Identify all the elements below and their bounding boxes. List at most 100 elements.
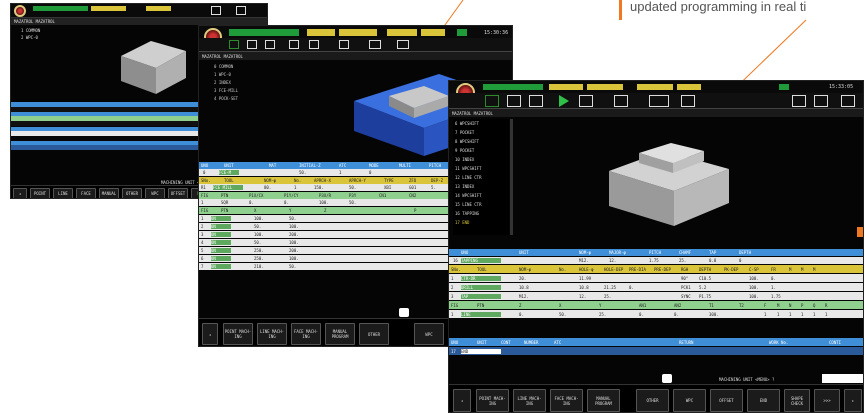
yellow-status-bar — [677, 84, 701, 90]
play-icon[interactable] — [559, 95, 569, 107]
settings-icon[interactable] — [236, 6, 246, 15]
cell: 100. — [749, 285, 759, 290]
header-cell: UNO — [451, 340, 459, 345]
save-icon[interactable] — [579, 95, 593, 107]
program-list-item[interactable]: 4 POCK-SET — [214, 96, 238, 101]
softkey-more[interactable]: >>> — [814, 389, 840, 412]
program-list-item[interactable]: 6 WPCSHIFT — [455, 121, 479, 126]
softkey-face-machining[interactable]: FACE MACH-ING — [550, 389, 583, 412]
program-list-item[interactable]: 1 COMMON — [21, 28, 40, 33]
cell: LINE — [461, 312, 501, 317]
softkey-face[interactable]: FACE — [76, 188, 96, 198]
program-list-item[interactable]: 2 INDEX — [214, 80, 231, 85]
softkey-other[interactable]: OTHER — [636, 389, 669, 412]
back-icon[interactable] — [485, 95, 499, 107]
header-cell: UNIT — [224, 163, 234, 168]
tool-table-row[interactable]: 3 TAP M12. 12. 25. SYNC P1.75 100. 1.75 — [449, 292, 863, 300]
header-cell: Z — [324, 208, 327, 213]
help-icon[interactable] — [649, 95, 669, 107]
softkey-shape-check[interactable]: SHAPE CHECK — [784, 389, 810, 412]
input-box[interactable] — [822, 374, 863, 383]
program-list-item[interactable]: 1 WPC-0 — [214, 72, 231, 77]
softkey-face-machining[interactable]: FACE MACH-ING — [291, 323, 321, 345]
tool-icon[interactable] — [339, 40, 349, 49]
figure-table-row[interactable]: 1 LINE 0. 50. 25. 0. 0. 300. 1 1 1 1 1 1 — [449, 310, 863, 318]
program-list-item[interactable]: 11 WPCSHIFT — [455, 166, 482, 171]
list-scrollbar[interactable] — [510, 119, 513, 235]
softkey-line-machining[interactable]: LINE MACH-ING — [513, 389, 546, 412]
mode-icon[interactable] — [662, 374, 672, 383]
softkey-point-machining[interactable]: POINT MACH-ING — [476, 389, 509, 412]
cell: 250. — [254, 256, 264, 261]
softkey-manual-program[interactable]: MANUAL PROGRAM — [587, 389, 620, 412]
tool-table-row[interactable]: 1 CTR-DR 20. 11.99 90° C10.5 100. 0. — [449, 274, 863, 282]
header-cell: APRCH-X — [314, 178, 331, 183]
header-cell: CN2 — [409, 193, 417, 198]
program-list-item[interactable]: 9 POCKET — [455, 148, 474, 153]
program-list-item[interactable]: 3 FCE-MILL — [214, 88, 238, 93]
softkey-wpc[interactable]: WPC — [414, 323, 444, 345]
fast-icon[interactable] — [529, 95, 543, 107]
unit-table-row[interactable]: 16 TAPPING M12. 12. 1.75 25. 0.8 0 — [449, 257, 863, 264]
window-icon[interactable] — [681, 95, 695, 107]
program-list-item[interactable]: 0 COMMON — [214, 64, 233, 69]
home-icon[interactable] — [247, 40, 257, 49]
layout-icon[interactable] — [814, 95, 828, 107]
softkey-wpc[interactable]: WPC — [145, 188, 165, 198]
play-icon[interactable] — [289, 40, 299, 49]
program-list-item[interactable]: 8 WPCSHIFT — [455, 139, 479, 144]
softkey-point-machining[interactable]: POINT MACH-ING — [223, 323, 253, 345]
unit-table-header: UNO UNIT NOM-φ MAJOR-φ PITCH CHAMF TAP D… — [449, 249, 863, 256]
program-list-item[interactable]: 12 LINE CTR — [455, 175, 482, 180]
cell: 2 — [201, 224, 204, 229]
help-icon[interactable] — [369, 40, 381, 49]
softkey-point[interactable]: POINT — [30, 188, 50, 198]
end-table-row[interactable]: 17 END — [449, 347, 863, 355]
softkey-manual[interactable]: MANUAL — [99, 188, 119, 198]
program-list-item[interactable]: 10 INDEX — [455, 157, 474, 162]
program-list-item[interactable]: 13 INDEX — [455, 184, 474, 189]
tool-icon[interactable] — [614, 95, 628, 107]
header-cell: AN2 — [674, 303, 682, 308]
program-list-item[interactable]: 7 POCKET — [455, 130, 474, 135]
softkey-wpc[interactable]: WPC — [673, 389, 706, 412]
back-icon[interactable] — [229, 40, 239, 49]
program-list-item[interactable]: 16 TAPPING — [455, 211, 479, 216]
header-cell: Y — [599, 303, 602, 308]
program-list-item[interactable]: 17 END — [455, 220, 469, 225]
cell: 20. — [519, 276, 527, 281]
softkey-prev[interactable]: ◂ — [453, 389, 471, 412]
softkey-offset[interactable]: OFFSET — [168, 188, 188, 198]
cell: 1 — [777, 312, 780, 317]
softkey-prev[interactable]: ◂ — [13, 188, 27, 198]
tool-table-header: SNo. TOOL NOM-φ No. HOLE-φ HOLE-DEP PRE-… — [449, 265, 863, 273]
softkey-line[interactable]: LINE — [53, 188, 73, 198]
workpiece-3d-view — [121, 41, 186, 94]
softkey-other[interactable]: OTHER — [122, 188, 142, 198]
mode-icon[interactable] — [399, 308, 409, 317]
header-cell: HOLE-DEP — [604, 267, 624, 272]
softkey-prev[interactable]: ◂ — [202, 323, 218, 345]
tool-table-row[interactable]: 2 DRILL 10.8 10.8 21.25 0. PCK1 5.2 100.… — [449, 283, 863, 291]
clock: 15:33:05 — [829, 84, 854, 90]
program-list-item[interactable]: 14 WPCSHIFT — [455, 193, 482, 198]
side-tab[interactable] — [857, 227, 863, 237]
view-icon[interactable] — [792, 95, 806, 107]
callout-caption: updated programming in real ti — [619, 0, 866, 20]
softkey-other[interactable]: OTHER — [359, 323, 389, 345]
softkey-end[interactable]: END — [747, 389, 780, 412]
cell: M12. — [579, 258, 589, 263]
softkey-line-machining[interactable]: LINE MACH-ING — [257, 323, 287, 345]
home-icon[interactable] — [507, 95, 521, 107]
softkey-offset[interactable]: OFFSET — [710, 389, 743, 412]
program-list-item[interactable]: 15 LINE CTR — [455, 202, 482, 207]
fast-icon[interactable] — [265, 40, 275, 49]
softkey-manual-program[interactable]: MANUAL PROGRAM — [325, 323, 355, 345]
screen-icon[interactable] — [211, 6, 221, 15]
softkey-next[interactable]: ▸ — [844, 389, 862, 412]
program-list-item[interactable]: 2 WPC-0 — [21, 35, 38, 40]
settings-icon[interactable] — [841, 95, 855, 107]
window-icon[interactable] — [397, 40, 409, 49]
save-icon[interactable] — [309, 40, 319, 49]
header-cell: Q — [813, 303, 816, 308]
